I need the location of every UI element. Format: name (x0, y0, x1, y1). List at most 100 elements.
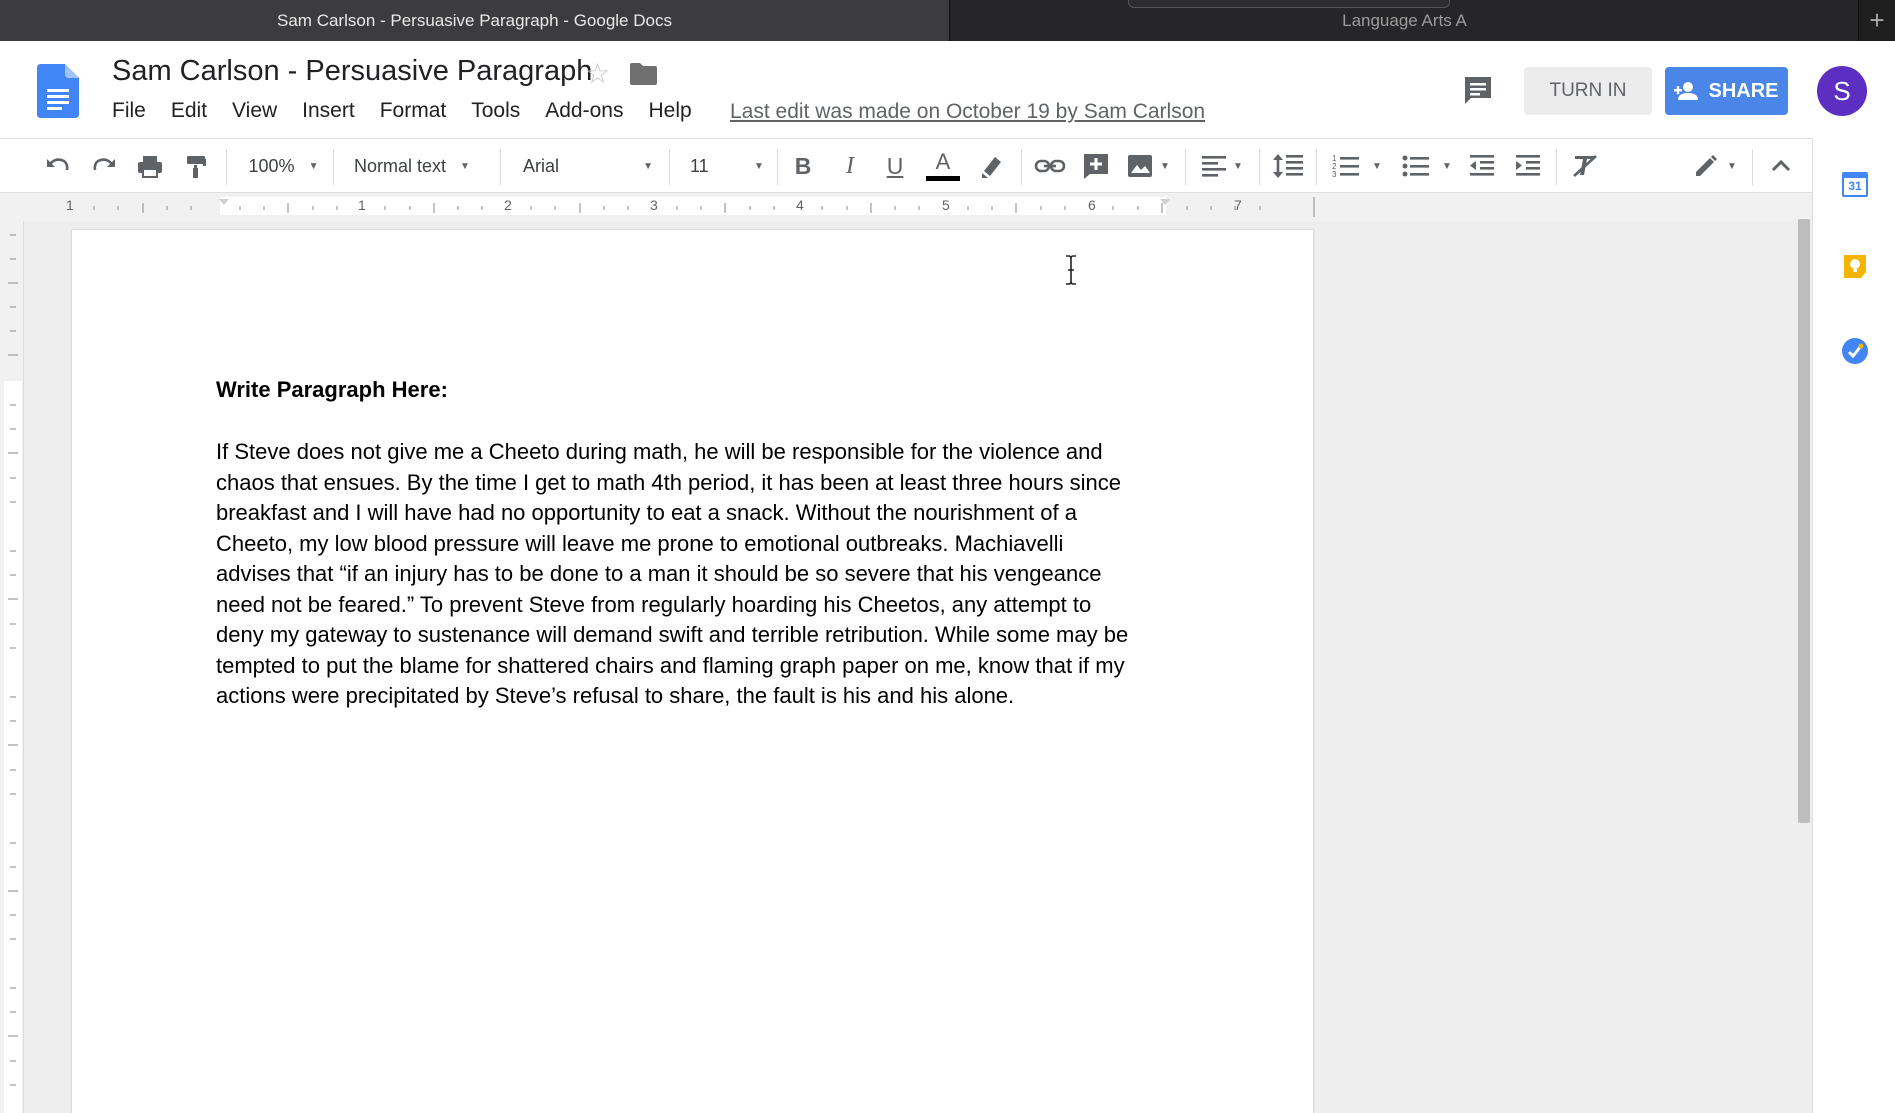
caret-down-icon: ▼ (1372, 160, 1382, 172)
toolbar-separator (1021, 149, 1022, 185)
menu-help[interactable]: Help (648, 99, 691, 123)
avatar[interactable]: S (1817, 66, 1867, 116)
italic-button[interactable]: I (835, 149, 865, 183)
caret-down-icon: ▼ (460, 160, 470, 172)
caret-down-icon: ▼ (643, 160, 653, 172)
paragraph-line: breakfast and I will have had no opportu… (216, 500, 1077, 525)
line-spacing-icon[interactable] (1272, 149, 1304, 183)
print-icon[interactable] (136, 149, 164, 183)
zoom-value: 100% (248, 155, 295, 176)
tab-google-docs[interactable]: Sam Carlson - Persuasive Paragraph - Goo… (0, 0, 950, 41)
menu-insert[interactable]: Insert (302, 99, 355, 123)
vertical-ruler-ticks (8, 234, 18, 1086)
menu-view[interactable]: View (232, 99, 277, 123)
undo-icon[interactable] (44, 149, 72, 183)
caret-down-icon: ▼ (1727, 160, 1737, 172)
paragraph-line: actions were precipitated by Steve’s ref… (216, 683, 1015, 708)
paragraph-heading[interactable]: Write Paragraph Here: (216, 377, 448, 403)
style-select[interactable]: Normal text ▼ (354, 149, 484, 183)
ruler-number: 7 (1234, 197, 1242, 213)
increase-indent-icon[interactable] (1514, 149, 1542, 183)
bulleted-list-button[interactable]: ▼ (1400, 149, 1454, 183)
editing-mode-button[interactable]: ▼ (1690, 149, 1740, 183)
person-add-icon (1674, 82, 1699, 100)
align-left-icon (1202, 156, 1227, 177)
numbered-list-icon: 1 2 3 (1332, 154, 1360, 179)
pencil-icon (1696, 155, 1718, 176)
decrease-indent-icon[interactable] (1468, 149, 1496, 183)
tab-title: Language Arts A (1342, 10, 1467, 30)
menu-addons[interactable]: Add-ons (545, 99, 623, 123)
style-value: Normal text (354, 155, 447, 176)
image-icon (1128, 155, 1153, 177)
ruler-number: 1 (358, 197, 366, 213)
toolbar-separator (1259, 149, 1260, 185)
vertical-scrollbar[interactable] (1795, 219, 1812, 1113)
clear-formatting-icon[interactable] (1570, 149, 1600, 183)
new-tab-button[interactable]: + (1858, 0, 1895, 41)
paragraph-line: need not be feared.” To prevent Steve fr… (216, 591, 1092, 617)
docs-logo-icon[interactable] (37, 64, 79, 118)
paragraph-body[interactable]: If Steve does not give me a Cheeto durin… (216, 437, 1166, 712)
font-select[interactable]: Arial ▼ (523, 149, 653, 183)
comment-icon[interactable] (1462, 74, 1494, 106)
keep-icon[interactable] (1841, 252, 1869, 280)
insert-image-button[interactable]: ▼ (1124, 149, 1172, 183)
text-color-glyph: A (935, 149, 951, 174)
chevron-up-icon[interactable] (1766, 149, 1796, 183)
bulleted-list-icon (1402, 155, 1430, 177)
star-icon[interactable]: ☆ (585, 57, 610, 90)
last-edit-link[interactable]: Last edit was made on October 19 by Sam … (730, 100, 1205, 124)
document-page[interactable]: Write Paragraph Here: If Steve does not … (72, 230, 1313, 1113)
highlight-pen-icon[interactable] (978, 149, 1006, 183)
menu-edit[interactable]: Edit (171, 99, 207, 123)
bold-button[interactable]: B (788, 149, 818, 183)
paragraph-line: advises that “if an injury has to be don… (216, 561, 1102, 586)
tab-notch (1128, 0, 1450, 8)
paint-format-icon[interactable] (182, 149, 210, 183)
menu-tools[interactable]: Tools (471, 99, 520, 123)
ruler-number: 5 (942, 197, 950, 213)
zoom-select[interactable]: 100% ▼ (246, 149, 321, 183)
caret-down-icon: ▼ (1160, 160, 1170, 172)
align-button[interactable]: ▼ (1197, 149, 1247, 183)
font-size-value: 11 (690, 155, 709, 176)
document-title[interactable]: Sam Carlson - Persuasive Paragraph (112, 55, 592, 88)
svg-text:3: 3 (1332, 170, 1337, 179)
calendar-icon[interactable]: 31 (1841, 170, 1869, 198)
font-value: Arial (523, 155, 560, 176)
docs-header: Sam Carlson - Persuasive Paragraph ☆ Fil… (0, 41, 1895, 138)
scrollbar-thumb[interactable] (1798, 219, 1810, 823)
redo-icon[interactable] (90, 149, 118, 183)
numbered-list-button[interactable]: 1 2 3 ▼ (1330, 149, 1384, 183)
side-panel: 31 (1812, 138, 1895, 1113)
text-color-button[interactable]: A (925, 149, 961, 183)
caret-down-icon: ▼ (1442, 160, 1452, 172)
vertical-ruler[interactable] (0, 221, 24, 1113)
underline-button[interactable]: U (880, 149, 910, 183)
paragraph-line: deny my gateway to sustenance will deman… (216, 622, 1129, 647)
text-cursor-icon (1066, 255, 1076, 285)
menu-bar: File Edit View Insert Format Tools Add-o… (112, 99, 717, 123)
caret-down-icon: ▼ (308, 160, 319, 172)
toolbar-separator (1316, 149, 1317, 185)
paragraph-line: Cheeto, my low blood pressure will leave… (216, 530, 1064, 556)
menu-file[interactable]: File (112, 99, 146, 123)
tab-title: Sam Carlson - Persuasive Paragraph - Goo… (277, 10, 672, 30)
share-button[interactable]: SHARE (1665, 67, 1788, 115)
text-color-swatch (926, 176, 960, 181)
turn-in-button[interactable]: TURN IN (1524, 67, 1652, 115)
paragraph-line: If Steve does not give me a Cheeto durin… (216, 439, 1103, 464)
browser-tab-strip: Sam Carlson - Persuasive Paragraph - Goo… (0, 0, 1895, 41)
horizontal-ruler[interactable]: 1 1 2 3 4 5 6 7 (0, 193, 1812, 221)
folder-icon[interactable] (630, 63, 657, 85)
caret-down-icon: ▼ (754, 160, 764, 172)
document-canvas[interactable]: Write Paragraph Here: If Steve does not … (24, 221, 1812, 1113)
ruler-number: 4 (796, 197, 804, 213)
insert-comment-icon[interactable] (1082, 149, 1110, 183)
font-size-select[interactable]: 11 ▼ (690, 149, 765, 183)
link-icon[interactable] (1034, 149, 1066, 183)
menu-format[interactable]: Format (380, 99, 447, 123)
toolbar-separator (669, 149, 670, 185)
tasks-icon[interactable] (1841, 337, 1869, 365)
